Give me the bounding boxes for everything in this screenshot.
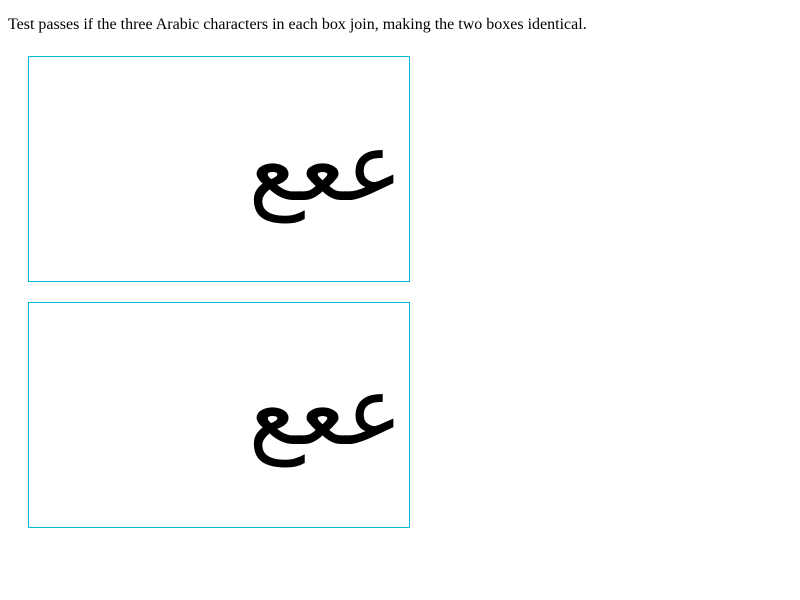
test-box-1: ع‍ع‍ع bbox=[28, 56, 410, 282]
arabic-text-reference: ععع bbox=[248, 355, 403, 467]
instructions-text: Test passes if the three Arabic characte… bbox=[8, 16, 587, 33]
test-box-2: ععع bbox=[28, 302, 410, 528]
arabic-text-joined: ع‍ع‍ع bbox=[248, 111, 403, 223]
